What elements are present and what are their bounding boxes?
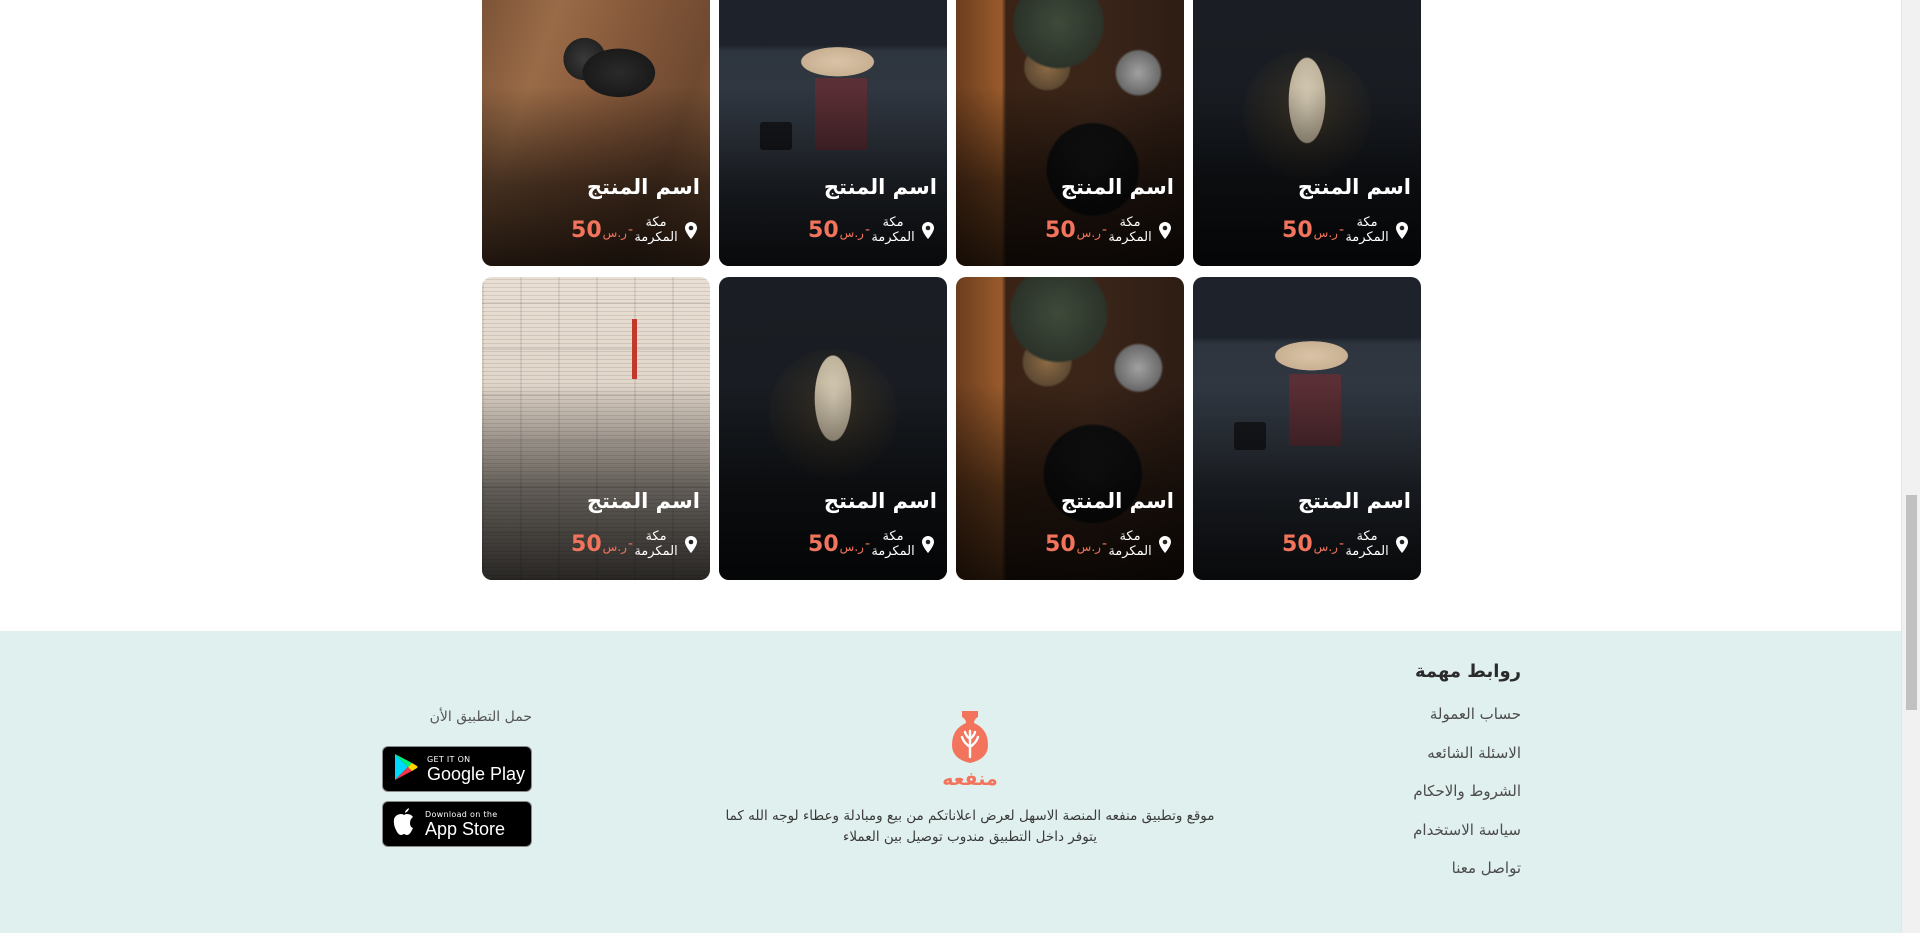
product-card[interactable]: اسم المنتج مكة المكرمة -50 ر.س — [956, 277, 1184, 580]
app-store-big: App Store — [425, 818, 506, 839]
links-title: روابط مهمة — [1414, 661, 1521, 682]
map-pin-icon — [682, 534, 700, 554]
map-pin-icon — [919, 220, 937, 240]
map-pin-icon — [1393, 220, 1411, 240]
apple-icon — [393, 808, 417, 840]
app-store-small: Download on the — [425, 809, 498, 819]
product-city: مكة المكرمة — [871, 529, 915, 559]
product-city: مكة المكرمة — [1345, 215, 1389, 245]
page: اسم المنتج مكة المكرمة -50 ر.س اسم المنتج مكة… — [0, 0, 1901, 933]
product-card[interactable]: اسم المنتج مكة المكرمة -50 ر.س — [956, 0, 1184, 266]
product-name: اسم المنتج — [586, 489, 700, 513]
product-price: 50 ر.س — [571, 531, 627, 557]
site-footer: روابط مهمة حساب العمولة الاسئلة الشائعه … — [0, 631, 1901, 933]
product-card[interactable]: اسم المنتج مكة المكرمة -50 ر.س — [1193, 277, 1421, 580]
scrollbar-thumb[interactable] — [1906, 495, 1917, 710]
map-pin-icon — [1156, 534, 1174, 554]
map-pin-icon — [1156, 220, 1174, 240]
download-title: حمل التطبيق الأن — [429, 709, 532, 725]
product-price: 50 ر.س — [1282, 531, 1338, 557]
product-card[interactable]: اسم المنتج مكة المكرمة -50 ر.س — [1193, 0, 1421, 266]
footer-link-terms[interactable]: الشروط والاحكام — [1413, 780, 1521, 819]
product-price: 50 ر.س — [571, 217, 627, 243]
product-price: 50 ر.س — [808, 217, 864, 243]
google-play-button[interactable]: GET IT ON Google Play — [382, 746, 532, 792]
google-play-small: GET IT ON — [427, 754, 471, 764]
product-name: اسم المنتج — [823, 489, 937, 513]
product-city: مكة المكرمة — [634, 529, 678, 559]
app-store-button[interactable]: Download on the App Store — [382, 801, 532, 847]
footer-link-contact[interactable]: تواصل معنا — [1413, 857, 1521, 896]
product-name: اسم المنتج — [586, 175, 700, 199]
product-card[interactable]: اسم المنتج مكة المكرمة -50 ر.س — [719, 0, 947, 266]
product-name: اسم المنتج — [1297, 489, 1411, 513]
product-city: مكة المكرمة — [1345, 529, 1389, 559]
brand-logo[interactable]: منفعه — [940, 709, 1000, 790]
product-card[interactable]: اسم المنتج مكة المكرمة -50 ر.س — [482, 0, 710, 266]
product-price: 50 ر.س — [808, 531, 864, 557]
map-pin-icon — [682, 220, 700, 240]
map-pin-icon — [919, 534, 937, 554]
brand-description: موقع وتطبيق منفعه المنصة الاسهل لعرض اعل… — [725, 808, 1215, 845]
map-pin-icon — [1393, 534, 1411, 554]
footer-link-commission[interactable]: حساب العمولة — [1413, 703, 1521, 742]
play-triangle-icon — [393, 753, 419, 785]
product-city: مكة المكرمة — [871, 215, 915, 245]
product-card[interactable]: اسم المنتج مكة المكرمة -50 ر.س — [482, 277, 710, 580]
product-card[interactable]: اسم المنتج مكة المكرمة -50 ر.س — [719, 277, 947, 580]
page-scrollbar[interactable] — [1901, 0, 1920, 933]
footer-links: حساب العمولة الاسئلة الشائعه الشروط والا… — [1413, 703, 1521, 896]
product-price: 50 ر.س — [1045, 217, 1101, 243]
product-name: اسم المنتج — [1060, 489, 1174, 513]
footer-link-faq[interactable]: الاسئلة الشائعه — [1413, 742, 1521, 781]
product-name: اسم المنتج — [1060, 175, 1174, 199]
product-city: مكة المكرمة — [634, 215, 678, 245]
product-city: مكة المكرمة — [1108, 215, 1152, 245]
product-price: 50 ر.س — [1282, 217, 1338, 243]
footer-link-usage-policy[interactable]: سياسة الاستخدام — [1413, 819, 1521, 858]
brand-name: منفعه — [942, 768, 997, 789]
product-name: اسم المنتج — [1297, 175, 1411, 199]
product-price: 50 ر.س — [1045, 531, 1101, 557]
product-name: اسم المنتج — [823, 175, 937, 199]
product-city: مكة المكرمة — [1108, 529, 1152, 559]
google-play-big: Google Play — [427, 763, 526, 784]
